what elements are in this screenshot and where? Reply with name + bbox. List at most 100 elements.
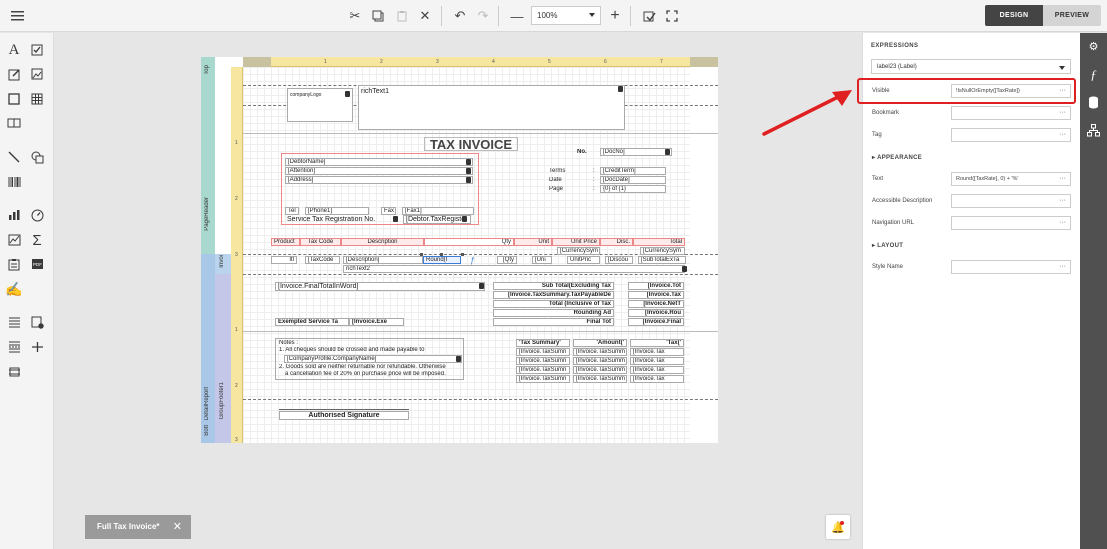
band-label-invoice[interactable]: Invoi <box>219 255 225 268</box>
expression-function-icon[interactable]: ƒ <box>470 256 474 265</box>
tag-input[interactable]: ··· <box>951 128 1071 142</box>
tax-summary-cell[interactable]: [Invoice.TaxSumm <box>573 375 627 383</box>
database-icon[interactable] <box>1086 95 1101 110</box>
page-info-field[interactable]: {0} of {1} <box>600 185 666 193</box>
table-tool-icon[interactable] <box>28 90 46 108</box>
sum-tool-icon[interactable]: Σ <box>28 231 46 249</box>
tax-summary-cell[interactable]: [Invoice.Tax <box>630 375 684 383</box>
column-header[interactable]: Unit <box>514 238 552 246</box>
detail-subtotal-field[interactable]: [SubTotalExTa <box>638 256 686 264</box>
subreport-tool-icon[interactable] <box>28 313 46 331</box>
debtor-name-field[interactable]: [DebtorName] <box>285 158 473 166</box>
ellipsis-icon[interactable]: ··· <box>1059 219 1066 226</box>
final-total-label[interactable]: Final Tot <box>493 318 614 326</box>
style-name-input[interactable]: ··· <box>951 260 1071 274</box>
column-header[interactable]: Description <box>341 238 424 246</box>
accessible-description-input[interactable]: ··· <box>951 194 1071 208</box>
rich-text-tool-icon[interactable] <box>5 65 23 83</box>
cut-icon[interactable]: ✂ <box>345 6 365 26</box>
rich-text-2[interactable]: richText2 <box>343 265 685 273</box>
company-logo-picture[interactable]: companyLogo <box>287 88 353 122</box>
preview-tab[interactable]: PREVIEW <box>1043 5 1101 26</box>
navigation-url-input[interactable]: ··· <box>951 216 1071 230</box>
tax-summary-cell[interactable]: [Invoice.TaxSumn <box>516 357 570 365</box>
tax-summary-header[interactable]: 'Tax Summary' <box>516 339 570 347</box>
selection-handle[interactable] <box>461 253 464 256</box>
ellipsis-icon[interactable]: ··· <box>1059 109 1066 116</box>
shape-tool-icon[interactable] <box>28 148 46 166</box>
doc-date-field[interactable]: [DocDate] <box>600 176 666 184</box>
detail-unit-field[interactable]: [Uni <box>532 256 552 264</box>
tax-header[interactable]: 'Tax(' <box>630 339 684 347</box>
label-tool-icon[interactable]: A <box>5 41 23 59</box>
tax-summary-cell[interactable]: [Invoice.Tax <box>630 357 684 365</box>
tax-summary-cell[interactable]: [Invoice.TaxSumm <box>573 366 627 374</box>
pdf-content-tool-icon[interactable]: PDF <box>28 255 46 273</box>
tax-payable-label[interactable]: [Invoice.TaxSummary.TaxPayableDe <box>493 291 614 299</box>
tax-summary-cell[interactable]: [Invoice.Tax <box>630 366 684 374</box>
character-comb-tool-icon[interactable] <box>5 114 23 132</box>
detail-unitprice-field[interactable]: UnitPric <box>567 256 600 264</box>
fax-label[interactable]: Fax <box>381 207 396 215</box>
gear-icon[interactable]: ⚙ <box>1086 39 1101 54</box>
currency-symbol-field[interactable]: [CurrencySym <box>640 247 685 255</box>
appearance-section-header[interactable]: ▸ APPEARANCE <box>872 154 922 161</box>
exempted-value-field[interactable]: [Invoice.Exe <box>349 318 404 326</box>
total-value-field[interactable]: [Invoice.Tot <box>628 282 684 290</box>
debtor-tax-reg-field[interactable]: [Debtor.TaxRegiste <box>403 215 471 224</box>
selection-handle[interactable] <box>440 253 443 256</box>
note-2b[interactable]: a cancellation fee of 20% on purchase pr… <box>282 370 462 378</box>
redo-icon[interactable]: ↷ <box>473 6 493 26</box>
page-break-tool-icon[interactable] <box>5 338 23 356</box>
gauge-tool-icon[interactable] <box>28 206 46 224</box>
checkbox-tool-icon[interactable] <box>28 41 46 59</box>
column-header[interactable]: Qty <box>424 238 514 246</box>
bookmark-input[interactable]: ··· <box>951 106 1071 120</box>
notification-bell-icon[interactable]: 🔔 <box>826 515 850 539</box>
cross-band-box-tool-icon[interactable] <box>5 363 23 381</box>
authorised-signature-label[interactable]: Authorised Signature <box>279 411 409 420</box>
page-label[interactable]: Page <box>546 185 570 193</box>
subtotal-excl-label[interactable]: Sub Total(Excluding Tax <box>493 282 614 290</box>
rich-text-1[interactable]: richText1 <box>358 85 625 130</box>
column-header[interactable]: Total <box>633 238 685 246</box>
service-tax-label[interactable]: Service Tax Registration No. <box>284 215 399 224</box>
signature-tool-icon[interactable]: ✍ <box>5 280 23 298</box>
ellipsis-icon[interactable]: ··· <box>1059 175 1066 182</box>
band-label-top[interactable]: Top <box>204 65 210 75</box>
line-tool-icon[interactable] <box>5 148 23 166</box>
chart-tool-icon[interactable] <box>5 206 23 224</box>
tax-summary-cell[interactable]: [Invoice.TaxSumn <box>516 366 570 374</box>
address-field[interactable]: [Address] <box>285 176 473 184</box>
detail-item-field[interactable]: Itl <box>271 256 297 264</box>
hamburger-menu-icon[interactable] <box>7 6 27 26</box>
exempted-label[interactable]: Exempted Service Ta <box>275 318 349 326</box>
selected-round-label[interactable]: Round(I <box>423 256 461 264</box>
terms-label[interactable]: Terms <box>546 167 570 175</box>
function-icon[interactable]: ƒ <box>1086 67 1101 82</box>
currency-symbol-field[interactable]: [CurrencySym <box>557 247 600 255</box>
paste-icon[interactable] <box>392 6 412 26</box>
company-profile-field[interactable]: [CompanyProfile.CompanyName] <box>284 355 462 363</box>
column-header[interactable]: Tax Code <box>300 238 341 246</box>
net-total-value-field[interactable]: [Invoice.NetT <box>628 300 684 308</box>
tel-label[interactable]: Tel <box>285 207 299 215</box>
sparkline-tool-icon[interactable] <box>5 231 23 249</box>
detail-description-field[interactable]: [Description] <box>343 256 423 264</box>
band-label-bottom[interactable]: Bott <box>204 425 210 436</box>
cross-band-line-tool-icon[interactable] <box>28 338 46 356</box>
no-label[interactable]: No. <box>574 148 592 156</box>
total-in-word-field[interactable]: [Invoice.FinalTotalInWord] <box>275 282 485 291</box>
band-label-groupfooter[interactable]: GroupFooter1 <box>219 382 225 419</box>
note-1[interactable]: 1. All cheques should be crossed and mad… <box>276 346 462 354</box>
fullscreen-icon[interactable] <box>662 6 682 26</box>
panel-tool-icon[interactable] <box>5 90 23 108</box>
phone-field[interactable]: [Phone1] <box>305 207 369 215</box>
tax-value-field[interactable]: [Invoice.Tax <box>628 291 684 299</box>
amount-header[interactable]: 'Amount(' <box>573 339 627 347</box>
column-header[interactable]: Unit Price <box>552 238 600 246</box>
detail-qty-field[interactable]: [Qty <box>497 256 517 264</box>
band-label-detailreport[interactable]: DetailReport <box>204 387 210 420</box>
tax-summary-cell[interactable]: [Invoice.TaxSumm <box>573 357 627 365</box>
delete-icon[interactable]: ✕ <box>415 6 435 26</box>
